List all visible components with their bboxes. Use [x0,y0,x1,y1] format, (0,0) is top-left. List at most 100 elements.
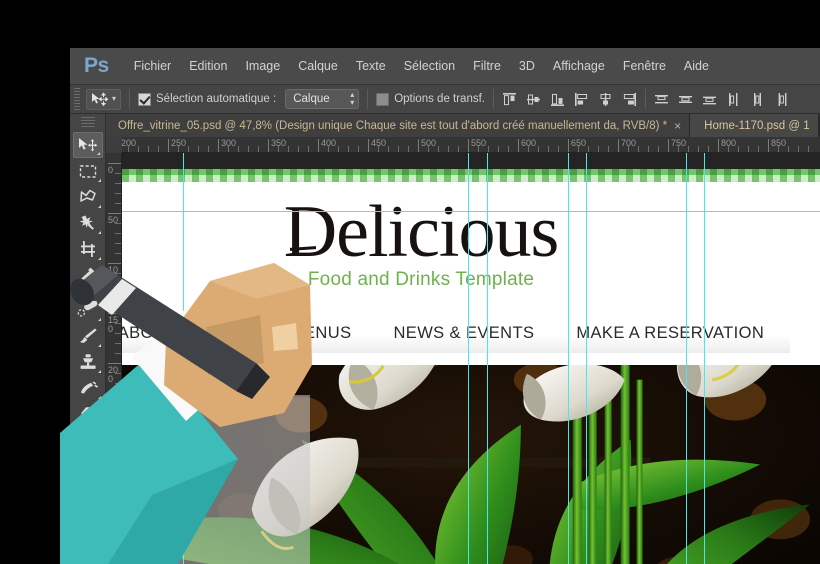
ruler-minor-tick [298,146,299,152]
menu-item-selection[interactable]: Sélection [395,55,464,77]
nav-item-make-a-reservation[interactable]: MAKE A RESERVATION [576,324,764,343]
auto-select-label: Sélection automatique : [156,93,277,105]
distribute-icon-group [654,92,789,107]
tool-move[interactable] [72,132,103,158]
close-icon[interactable]: × [674,119,681,133]
ruler-tick [108,163,121,164]
ruler-minor-tick [558,146,559,152]
ruler-minor-tick [388,146,389,152]
document-tab-title: Home-1170.psd @ 1 [704,119,810,132]
transform-controls-label: Options de transf. [394,93,485,105]
horizontal-ruler[interactable]: 200 250 300 350 400 450 500 550 600 650 700 750 800 8… [106,137,820,153]
ruler-minor-tick [678,146,679,152]
ruler-tick [268,139,269,152]
green-checkered-strip [122,169,820,182]
ruler-minor-tick [698,146,699,152]
ruler-minor-tick [498,146,499,152]
align-bottom-edges-icon[interactable] [550,92,565,107]
ruler-minor-tick [788,146,789,152]
ruler-minor-tick [758,146,759,152]
tool-rectangular-marquee[interactable] [73,158,103,184]
screenshot-stage: Ps Fichier Edition Image Calque Texte Sé… [0,0,820,564]
align-horizontal-centers-icon[interactable] [598,92,613,107]
options-bar-grip[interactable] [74,88,80,110]
ruler-tick [668,139,669,152]
distribute-right-edges-icon[interactable] [774,92,789,107]
ruler-tick [418,139,419,152]
tool-preset-chevron-icon[interactable]: ▾ [112,95,116,103]
distribute-left-edges-icon[interactable] [726,92,741,107]
document-tab-bar: Offre_vitrine_05.psd @ 47,8% (Design uni… [106,114,820,137]
menu-item-texte[interactable]: Texte [347,55,395,77]
ruler-minor-tick [198,146,199,152]
ruler-minor-tick [408,146,409,152]
nav-item-news-events[interactable]: NEWS & EVENTS [393,324,534,343]
ruler-minor-tick [778,146,779,152]
ruler-minor-tick [658,146,659,152]
menu-item-3d[interactable]: 3D [510,55,544,77]
auto-select-target-dropdown[interactable]: Calque ▴ ▾ [285,89,360,109]
ruler-minor-tick [258,146,259,152]
distribute-horizontal-centers-icon[interactable] [750,92,765,107]
photoshop-logo-icon: Ps [84,54,109,77]
menu-item-image[interactable]: Image [236,55,289,77]
document-tab-home-1170[interactable]: Home-1170.psd @ 1 [690,114,819,137]
ruler-minor-tick [228,146,229,152]
options-bar: ▾ Sélection automatique : Calque ▴ ▾ Opti… [70,85,820,114]
tools-palette-grip[interactable] [80,117,95,129]
ruler-minor-tick [688,146,689,152]
move-tool-icon [92,91,108,106]
ruler-minor-tick [248,146,249,152]
menu-item-fenetre[interactable]: Fenêtre [614,55,675,77]
ruler-minor-tick [115,233,121,234]
current-tool-preset[interactable]: ▾ [86,88,122,110]
options-divider-3 [493,89,494,109]
ruler-minor-tick [138,146,139,152]
menu-item-calque[interactable]: Calque [289,55,347,77]
guide-vertical [487,153,488,564]
ruler-tick [718,139,719,152]
menu-item-filtre[interactable]: Filtre [464,55,510,77]
ruler-minor-tick [398,146,399,152]
ruler-minor-tick [808,146,809,152]
ruler-minor-tick [158,146,159,152]
align-vertical-centers-icon[interactable] [526,92,541,107]
document-tab-offre-vitrine[interactable]: Offre_vitrine_05.psd @ 47,8% (Design uni… [106,114,691,137]
ruler-tick [768,139,769,152]
site-logo-text: Delicious [283,191,560,273]
menu-item-fichier[interactable]: Fichier [125,55,181,77]
ruler-minor-tick [458,146,459,152]
hand-holding-stylus-illustration [60,245,320,564]
ruler-minor-tick [115,243,121,244]
auto-select-checkbox[interactable] [138,92,152,106]
distribute-top-edges-icon[interactable] [654,92,669,107]
tool-magic-wand[interactable] [73,210,103,236]
tool-options-corner-icon [97,231,101,234]
ruler-minor-tick [348,146,349,152]
ruler-minor-tick [448,146,449,152]
options-divider-1 [129,89,131,109]
magic-wand-tool-icon [79,215,94,230]
ruler-minor-tick [148,146,149,152]
distribute-bottom-edges-icon[interactable] [702,92,717,107]
menu-item-aide[interactable]: Aide [675,55,718,77]
ruler-minor-tick [328,146,329,152]
align-left-edges-icon[interactable] [574,92,589,107]
distribute-vertical-centers-icon[interactable] [678,92,693,107]
transform-controls-checkbox[interactable] [376,92,390,106]
lasso-tool-icon [79,189,96,202]
ruler-minor-tick [288,146,289,152]
ruler-minor-tick [338,146,339,152]
ruler-minor-tick [238,146,239,152]
menu-item-edition[interactable]: Edition [180,55,236,77]
guide-vertical [686,153,687,564]
align-right-edges-icon[interactable] [622,92,637,107]
ruler-minor-tick [528,146,529,152]
move-tool-icon [78,137,97,151]
ruler-minor-tick [628,146,629,152]
tool-lasso[interactable] [73,184,103,210]
auto-select-target-value: Calque [293,93,330,105]
hand-illustration-icon [60,263,312,564]
align-top-edges-icon[interactable] [502,92,517,107]
menu-item-affichage[interactable]: Affichage [544,55,614,77]
